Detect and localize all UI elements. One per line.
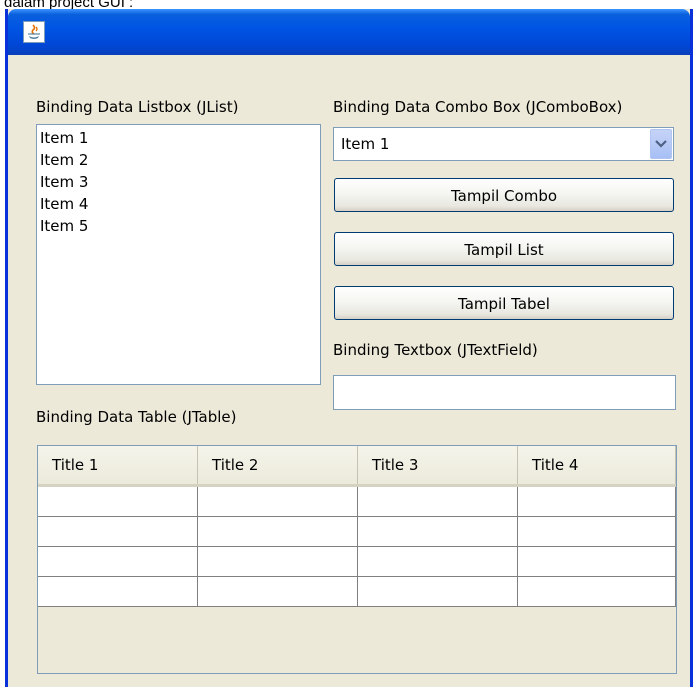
list-item[interactable]: Item 3 — [37, 171, 320, 193]
table-row[interactable] — [38, 577, 676, 607]
column-header[interactable]: Title 4 — [518, 446, 676, 484]
title-bar[interactable] — [8, 9, 690, 55]
table-cell[interactable] — [38, 577, 198, 606]
item-listbox[interactable]: Item 1 Item 2 Item 3 Item 4 Item 5 — [36, 124, 321, 385]
combo-section-label: Binding Data Combo Box (JComboBox) — [333, 98, 623, 116]
content-panel: Binding Data Listbox (JList) Item 1 Item … — [8, 55, 690, 687]
table-cell[interactable] — [198, 547, 358, 576]
tampil-list-button[interactable]: Tampil List — [334, 232, 674, 266]
table-cell[interactable] — [38, 487, 198, 516]
table-cell[interactable] — [38, 547, 198, 576]
table-row[interactable] — [38, 517, 676, 547]
table-cell[interactable] — [518, 517, 676, 546]
table-cell[interactable] — [518, 547, 676, 576]
chevron-down-icon[interactable] — [650, 129, 672, 159]
table-cell[interactable] — [518, 577, 676, 606]
table-body[interactable] — [38, 487, 676, 607]
list-item[interactable]: Item 1 — [37, 127, 320, 149]
textbox-section-label: Binding Textbox (JTextField) — [333, 341, 538, 359]
table-cell[interactable] — [358, 577, 518, 606]
list-item[interactable]: Item 5 — [37, 215, 320, 237]
table-row[interactable] — [38, 487, 676, 517]
table-cell[interactable] — [38, 517, 198, 546]
table-header: Title 1 Title 2 Title 3 Title 4 — [38, 446, 676, 487]
tampil-tabel-button[interactable]: Tampil Tabel — [334, 286, 674, 320]
tampil-combo-button[interactable]: Tampil Combo — [334, 178, 674, 212]
table-cell[interactable] — [358, 487, 518, 516]
java-coffee-icon[interactable] — [23, 21, 45, 43]
table-cell[interactable] — [358, 517, 518, 546]
item-combobox[interactable]: Item 1 — [333, 127, 674, 161]
column-header[interactable]: Title 3 — [358, 446, 518, 484]
app-window: Binding Data Listbox (JList) Item 1 Item … — [5, 9, 693, 687]
table-cell[interactable] — [358, 547, 518, 576]
table-cell[interactable] — [198, 517, 358, 546]
table-cell[interactable] — [198, 487, 358, 516]
combo-selected-value: Item 1 — [341, 135, 390, 153]
list-item[interactable]: Item 4 — [37, 193, 320, 215]
table-cell[interactable] — [198, 577, 358, 606]
column-header[interactable]: Title 1 — [38, 446, 198, 484]
binding-textfield[interactable] — [333, 375, 676, 410]
list-section-label: Binding Data Listbox (JList) — [36, 98, 239, 116]
table-section-label: Binding Data Table (JTable) — [36, 408, 237, 426]
table-cell[interactable] — [518, 487, 676, 516]
list-item[interactable]: Item 2 — [37, 149, 320, 171]
table-row[interactable] — [38, 547, 676, 577]
column-header[interactable]: Title 2 — [198, 446, 358, 484]
data-table[interactable]: Title 1 Title 2 Title 3 Title 4 — [37, 445, 677, 674]
